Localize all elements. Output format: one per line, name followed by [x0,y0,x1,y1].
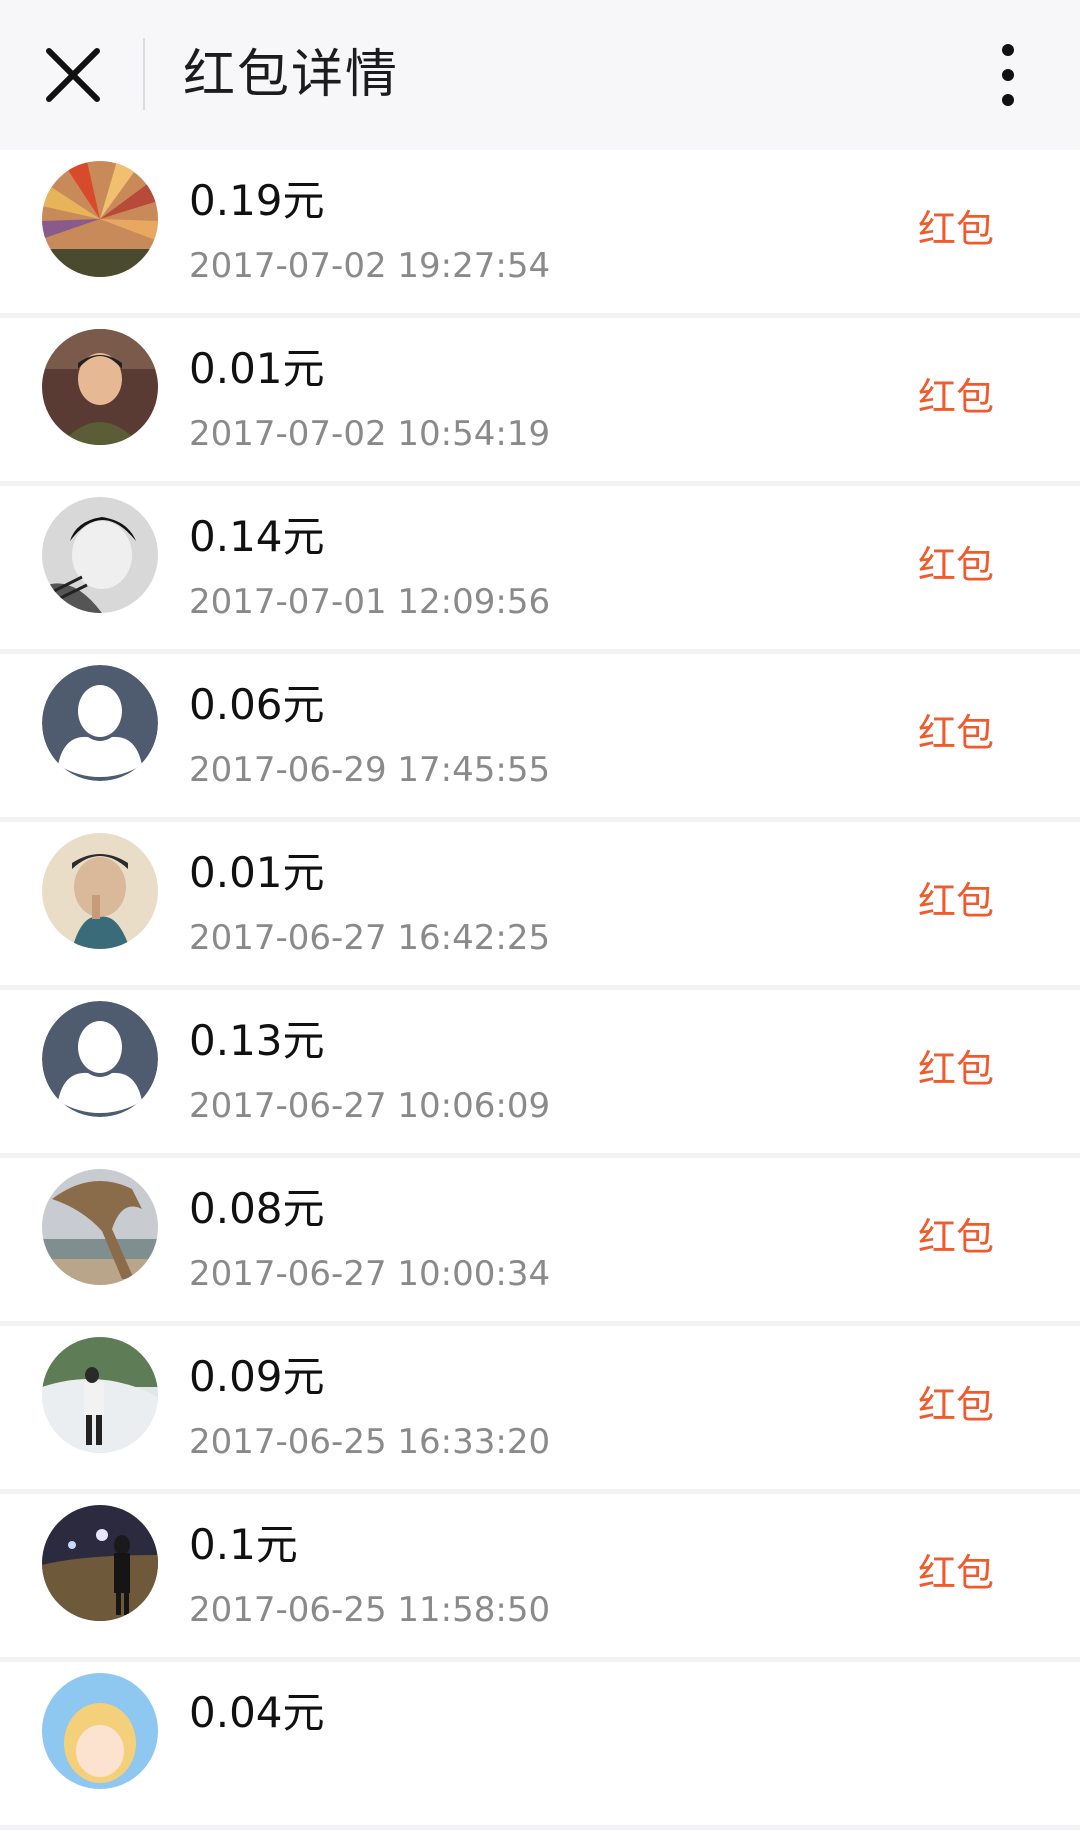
record-row[interactable]: 0.1元 2017-06-25 11:58:50 红包 [0,1494,1080,1657]
user-avatar[interactable] [42,1169,158,1285]
red-packet-tag: 红包 [917,711,994,755]
amount: 0.09元 [189,1352,325,1401]
timestamp: 2017-07-01 12:09:56 [189,582,551,622]
red-packet-tag: 红包 [917,879,994,923]
user-avatar[interactable] [42,833,158,949]
record-row[interactable]: 0.01元 2017-07-02 10:54:19 红包 [0,318,1080,481]
record-row[interactable]: 0.08元 2017-06-27 10:00:34 红包 [0,1158,1080,1321]
amount: 0.13元 [189,1016,325,1065]
timestamp: 2017-06-25 11:58:50 [189,1590,551,1630]
red-packet-tag: 红包 [917,375,994,419]
default-user-avatar[interactable] [42,1001,158,1117]
amount: 0.1元 [189,1520,298,1569]
amount: 0.04元 [189,1688,325,1737]
amount: 0.19元 [189,176,325,225]
timestamp: 2017-07-02 19:27:54 [189,246,551,286]
timestamp: 2017-06-27 10:00:34 [189,1254,551,1294]
user-avatar[interactable] [42,1337,158,1453]
amount: 0.01元 [189,848,325,897]
timestamp: 2017-06-27 10:06:09 [189,1086,551,1126]
page-title: 红包详情 [183,45,400,105]
user-avatar[interactable] [42,1505,158,1621]
user-avatar[interactable] [42,329,158,445]
red-packet-record-list: 0.19元 2017-07-02 19:27:54 红包 0.01元 2017-… [0,150,1080,1830]
title-bar: 红包详情 [0,0,1080,150]
record-row[interactable]: 0.01元 2017-06-27 16:42:25 红包 [0,822,1080,985]
red-packet-tag: 红包 [917,1047,994,1091]
record-row[interactable]: 0.19元 2017-07-02 19:27:54 红包 [0,150,1080,313]
record-row[interactable]: 0.14元 2017-07-01 12:09:56 红包 [0,486,1080,649]
user-avatar[interactable] [42,1673,158,1789]
more-vertical-icon[interactable] [990,42,1026,108]
amount: 0.01元 [189,344,325,393]
timestamp: 2017-06-29 17:45:55 [189,750,551,790]
close-icon[interactable] [40,45,106,105]
record-row[interactable]: 0.06元 2017-06-29 17:45:55 红包 [0,654,1080,817]
default-user-avatar[interactable] [42,665,158,781]
record-row[interactable]: 0.04元 [0,1662,1080,1825]
record-row[interactable]: 0.09元 2017-06-25 16:33:20 红包 [0,1326,1080,1489]
red-packet-tag: 红包 [917,1383,994,1427]
timestamp: 2017-06-25 16:33:20 [189,1422,551,1462]
red-packet-tag: 红包 [917,543,994,587]
red-packet-tag: 红包 [917,1215,994,1259]
title-divider [143,38,145,110]
user-avatar[interactable] [42,497,158,613]
record-row[interactable]: 0.13元 2017-06-27 10:06:09 红包 [0,990,1080,1153]
amount: 0.14元 [189,512,325,561]
red-packet-tag: 红包 [917,207,994,251]
user-avatar[interactable] [42,161,158,277]
red-packet-tag: 红包 [917,1551,994,1595]
timestamp: 2017-06-27 16:42:25 [189,918,551,958]
amount: 0.08元 [189,1184,325,1233]
amount: 0.06元 [189,680,325,729]
timestamp: 2017-07-02 10:54:19 [189,414,551,454]
